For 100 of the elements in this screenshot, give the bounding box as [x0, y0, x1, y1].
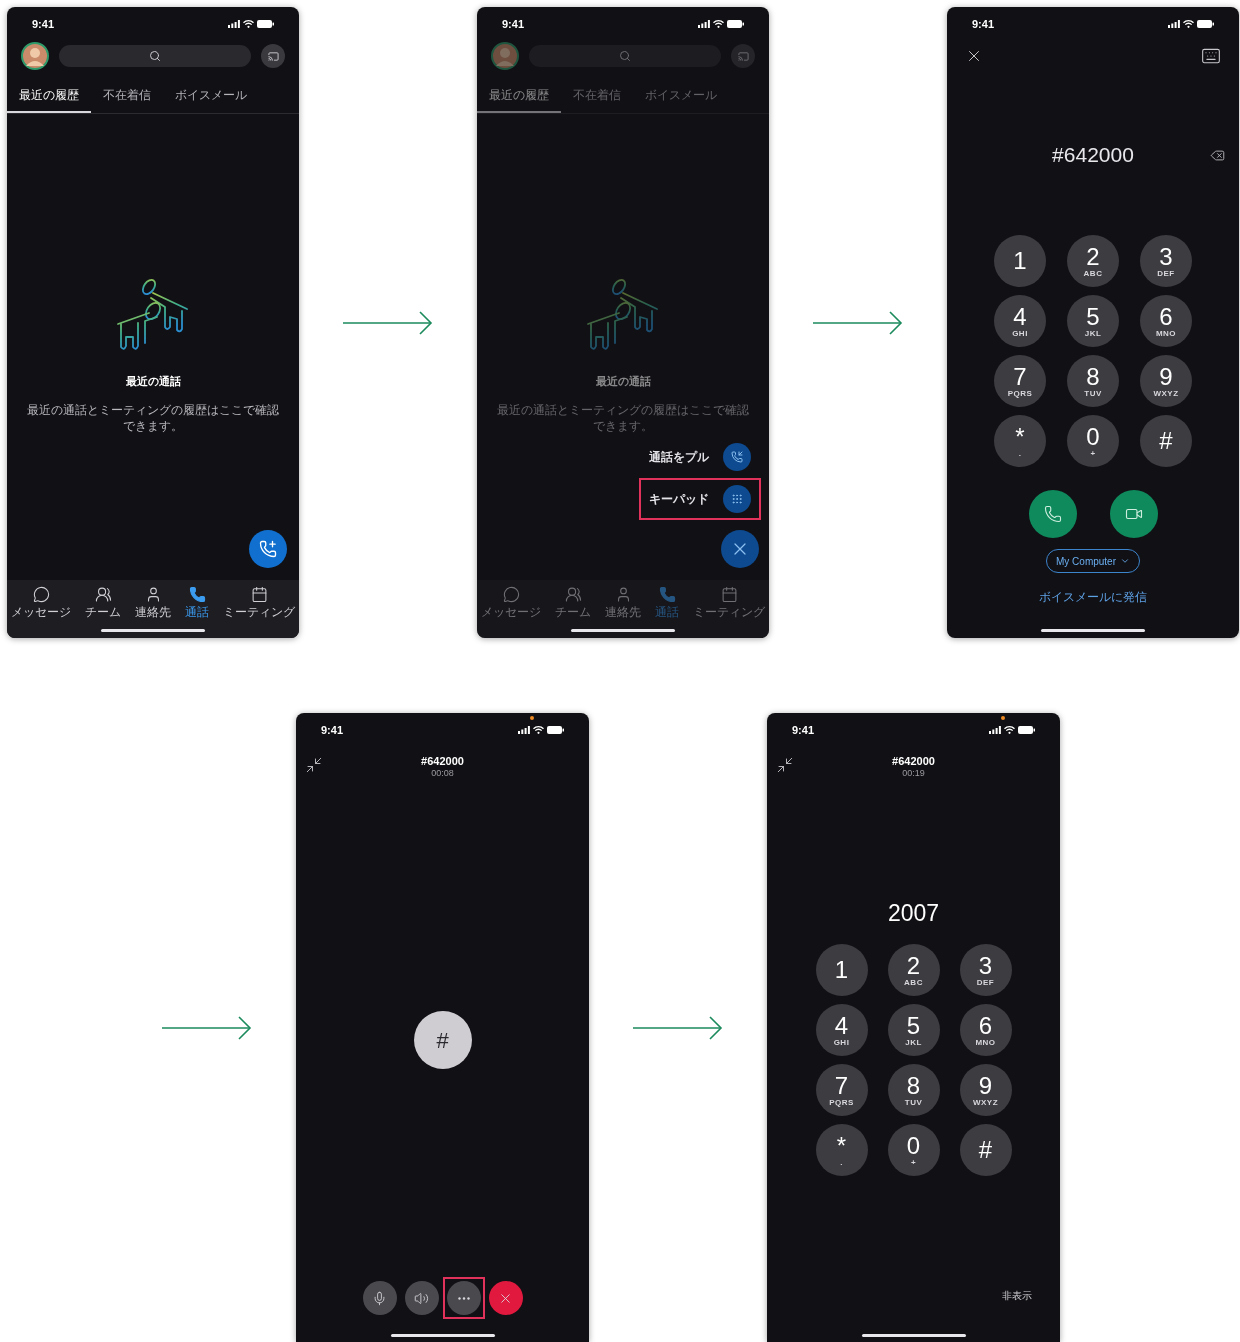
- empty-state-message: 最近の通話とミーティングの履歴はここで確認できます。: [496, 401, 750, 434]
- keypad-key[interactable]: * .: [815, 1124, 868, 1176]
- keypad-key[interactable]: 1: [815, 944, 868, 996]
- cast-icon: [267, 50, 279, 62]
- menu-action-button[interactable]: [723, 443, 751, 471]
- mute-button[interactable]: [362, 1281, 397, 1315]
- empty-state-title: 最近の通話: [595, 374, 651, 389]
- avatar[interactable]: [21, 42, 49, 70]
- wifi-icon: [243, 20, 254, 28]
- keypad-key[interactable]: 9 WXYZ: [1140, 355, 1192, 407]
- keypad-key[interactable]: #: [1140, 415, 1192, 467]
- nav-tab[interactable]: 連絡先: [605, 586, 641, 638]
- signal-icon: [518, 726, 530, 734]
- keypad-key[interactable]: 6 MNO: [1140, 295, 1192, 347]
- dialed-number: #642000: [1052, 142, 1134, 169]
- collapse-icon[interactable]: [305, 756, 323, 774]
- keypad-key[interactable]: 2 ABC: [887, 944, 940, 996]
- battery-icon: [257, 20, 274, 28]
- search-field[interactable]: [529, 45, 721, 67]
- calendar-icon: [250, 586, 268, 603]
- nav-tab[interactable]: メッセージ: [481, 586, 541, 638]
- chat-bubble-icon: [502, 586, 520, 603]
- speaker-button[interactable]: [404, 1281, 439, 1315]
- keypad-key[interactable]: 8 TUV: [887, 1064, 940, 1116]
- keypad-key[interactable]: 3 DEF: [959, 944, 1012, 996]
- keypad-key[interactable]: 5 JKL: [1067, 295, 1119, 347]
- keypad-key[interactable]: 2 ABC: [1067, 235, 1119, 287]
- battery-icon: [1018, 726, 1035, 734]
- more-icon: [457, 1296, 470, 1300]
- chat-bubble-icon: [32, 586, 50, 603]
- calendar-icon: [720, 586, 738, 603]
- keyboard-icon[interactable]: [1201, 46, 1221, 66]
- cast-icon: [737, 50, 749, 62]
- phone-icon: [658, 586, 676, 603]
- wifi-icon: [533, 726, 544, 734]
- keypad-key[interactable]: 4 GHI: [815, 1004, 868, 1056]
- tab[interactable]: 最近の履歴: [477, 84, 561, 113]
- nav-tab[interactable]: チーム: [555, 586, 591, 638]
- call-timer: 00:19: [902, 768, 925, 778]
- people-icon: [94, 586, 112, 603]
- keypad-key[interactable]: 0 +: [1067, 415, 1119, 467]
- call-title: #642000: [421, 754, 464, 768]
- status-time: 9:41: [502, 16, 525, 32]
- keypad-key[interactable]: 9 WXYZ: [959, 1064, 1012, 1116]
- battery-icon: [547, 726, 564, 734]
- status-time: 9:41: [792, 722, 815, 738]
- keypad-key[interactable]: #: [959, 1124, 1012, 1176]
- keypad-key[interactable]: 0 +: [887, 1124, 940, 1176]
- status-time: 9:41: [972, 16, 995, 32]
- wifi-icon: [1004, 726, 1015, 734]
- empty-state-title: 最近の通話: [125, 374, 181, 389]
- keypad-key[interactable]: 3 DEF: [1140, 235, 1192, 287]
- battery-icon: [1197, 20, 1214, 28]
- menu-label: 通話をプル: [649, 449, 709, 466]
- menu-label: キーパッド: [649, 491, 709, 508]
- keypad-key[interactable]: * .: [994, 415, 1046, 467]
- nav-tab[interactable]: メッセージ: [11, 586, 71, 638]
- speaker-icon: [414, 1290, 429, 1306]
- signal-icon: [989, 726, 1001, 734]
- dtmf-digits: 2007: [887, 899, 940, 927]
- keypad-key[interactable]: 5 JKL: [887, 1004, 940, 1056]
- close-menu-button[interactable]: [721, 530, 759, 568]
- search-icon: [619, 50, 631, 62]
- tab[interactable]: 最近の履歴: [7, 84, 91, 113]
- phone-arrow-icon: [731, 451, 743, 463]
- microphone-icon: [372, 1290, 387, 1306]
- voicemail-link[interactable]: ボイスメールに発信: [1039, 588, 1147, 606]
- tab[interactable]: 不在着信: [91, 84, 163, 113]
- keypad-key[interactable]: 6 MNO: [959, 1004, 1012, 1056]
- cast-button[interactable]: [261, 44, 285, 68]
- menu-action-button[interactable]: [723, 485, 751, 513]
- search-field[interactable]: [59, 45, 251, 67]
- end-call-button[interactable]: [488, 1281, 523, 1315]
- keypad-key[interactable]: 8 TUV: [1067, 355, 1119, 407]
- keypad-key[interactable]: 7 PQRS: [815, 1064, 868, 1116]
- dtmf-key: #: [413, 1011, 472, 1069]
- nav-tab[interactable]: ミーティング: [223, 586, 295, 638]
- keypad-key[interactable]: 4 GHI: [994, 295, 1046, 347]
- phone-icon: [1043, 505, 1062, 523]
- battery-icon: [727, 20, 744, 28]
- nav-tab[interactable]: 通話: [185, 586, 209, 638]
- audio-call-button[interactable]: [1028, 490, 1077, 538]
- phone-icon: [188, 586, 206, 603]
- keypad-key[interactable]: 7 PQRS: [994, 355, 1046, 407]
- video-call-button[interactable]: [1109, 490, 1158, 538]
- nav-tab[interactable]: ミーティング: [693, 586, 765, 638]
- wifi-icon: [713, 20, 724, 28]
- keypad-key[interactable]: 1: [994, 235, 1046, 287]
- search-icon: [149, 50, 161, 62]
- people-icon: [564, 586, 582, 603]
- call-title: #642000: [892, 754, 935, 768]
- hide-keypad-link[interactable]: 非表示: [1002, 1288, 1032, 1303]
- new-call-button[interactable]: [249, 530, 287, 568]
- call-timer: 00:08: [431, 768, 454, 778]
- tab[interactable]: ボイスメール: [163, 84, 259, 113]
- nav-tab[interactable]: 連絡先: [135, 586, 171, 638]
- phone-plus-icon: [259, 540, 277, 558]
- collapse-icon[interactable]: [776, 756, 794, 774]
- backspace-icon[interactable]: [1210, 147, 1225, 163]
- nav-tab[interactable]: チーム: [85, 586, 121, 638]
